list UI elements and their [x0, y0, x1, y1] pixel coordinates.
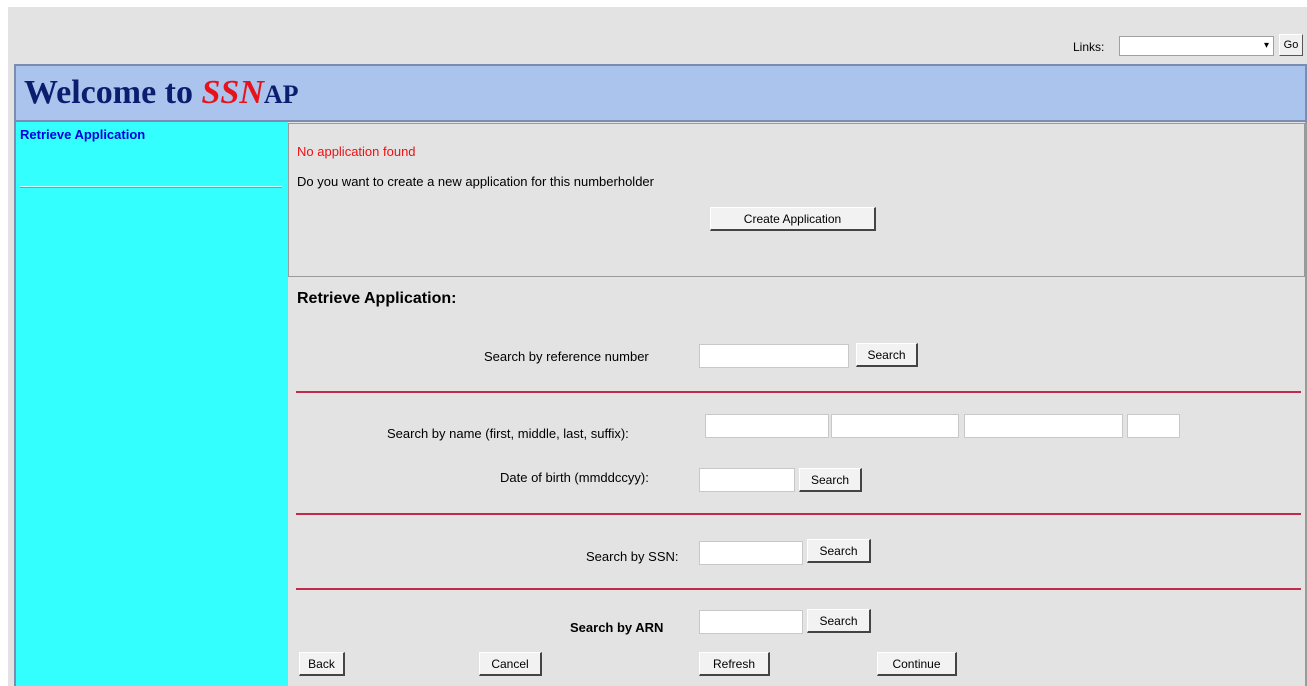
arn-search-button[interactable]: Search [807, 609, 871, 633]
sidebar: Retrieve Application [14, 122, 288, 686]
ref-number-label: Search by reference number [484, 349, 649, 364]
error-message: No application found [297, 144, 416, 159]
arn-label: Search by ARN [570, 620, 664, 635]
page-frame: Links: ▾ Go Welcome to SSNAP Retrieve Ap… [8, 7, 1307, 686]
create-prompt: Do you want to create a new application … [297, 174, 654, 189]
go-button[interactable]: Go [1279, 34, 1303, 56]
dob-input[interactable] [699, 468, 795, 492]
section-divider [296, 513, 1301, 515]
links-label: Links: [1073, 40, 1105, 54]
dob-label: Date of birth (mmddccyy): [500, 470, 649, 485]
back-button[interactable]: Back [299, 652, 345, 676]
ssn-label: Search by SSN: [586, 549, 679, 564]
arn-input[interactable] [699, 610, 803, 634]
title-suffix: AP [263, 80, 299, 109]
title-brand: SSN [201, 74, 264, 111]
dropdown-arrow-icon: ▾ [1263, 40, 1269, 51]
section-divider [296, 391, 1301, 393]
ssn-search-button[interactable]: Search [807, 539, 871, 563]
sidebar-divider [20, 186, 282, 188]
dob-search-button[interactable]: Search [799, 468, 862, 492]
suffix-input[interactable] [1127, 414, 1180, 438]
page-title: Welcome to SSNAP [24, 74, 299, 112]
sidebar-item-retrieve-application[interactable]: Retrieve Application [20, 127, 145, 142]
notice-panel: No application found Do you want to crea… [288, 123, 1305, 277]
cancel-button[interactable]: Cancel [479, 652, 542, 676]
retrieve-heading: Retrieve Application: [297, 290, 457, 307]
links-dropdown[interactable]: ▾ [1119, 36, 1274, 56]
create-application-button[interactable]: Create Application [710, 207, 876, 231]
continue-button[interactable]: Continue [877, 652, 957, 676]
title-prefix: Welcome to [24, 74, 202, 111]
ssn-input[interactable] [699, 541, 803, 565]
last-name-input[interactable] [964, 414, 1123, 438]
ref-search-button[interactable]: Search [856, 343, 918, 367]
name-label: Search by name (first, middle, last, suf… [387, 426, 629, 441]
app-header: Welcome to SSNAP [14, 64, 1307, 122]
first-name-input[interactable] [705, 414, 829, 438]
refresh-button[interactable]: Refresh [699, 652, 770, 676]
top-toolbar: Links: ▾ Go [8, 7, 1307, 62]
section-divider [296, 588, 1301, 590]
middle-name-input[interactable] [831, 414, 959, 438]
ref-number-input[interactable] [699, 344, 849, 368]
